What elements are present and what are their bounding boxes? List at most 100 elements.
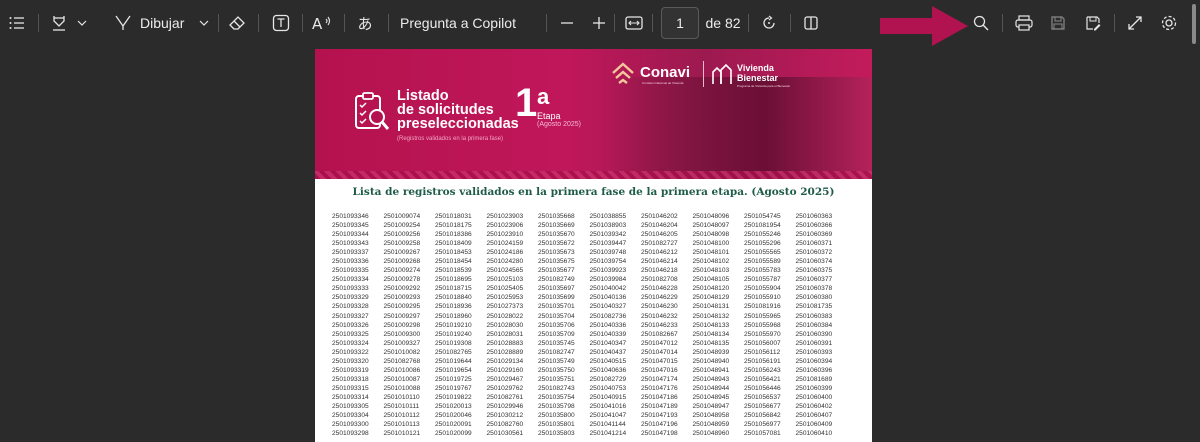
toolbar-divider: [1002, 14, 1003, 32]
registration-number: 2501060402: [795, 402, 833, 410]
registration-number: 2501035670: [538, 231, 575, 239]
registration-number: 2501046204: [641, 222, 678, 230]
document-heading: Lista de registros validados en la prime…: [352, 186, 835, 198]
chevron-down-icon[interactable]: [74, 0, 90, 46]
banner-title-line3: preseleccionadas: [397, 116, 519, 132]
page-number-input[interactable]: 1: [661, 7, 699, 39]
registration-number: 2501056842: [744, 412, 781, 420]
eraser-icon[interactable]: [226, 0, 248, 46]
registration-number: 2501060369: [795, 231, 833, 239]
number-column: 2501046202 2501046204 2501046205 2501082727…: [641, 212, 693, 438]
registration-number: 2501010110: [383, 393, 420, 401]
highlight-icon[interactable]: [48, 0, 70, 46]
registration-number: 2501093346: [332, 213, 369, 220]
draw-pen-icon[interactable]: [112, 0, 134, 46]
registration-number: 2501082727: [641, 240, 678, 248]
registration-number: 2501018386: [435, 231, 472, 239]
registration-number: 2501056243: [744, 366, 781, 374]
save-icon[interactable]: [1047, 0, 1069, 46]
checklist-icon: [355, 92, 390, 130]
page-view-icon[interactable]: [800, 0, 822, 46]
registration-number: 2501047193: [641, 412, 678, 420]
fit-width-icon[interactable]: [623, 0, 645, 46]
registration-number: 2501060399: [795, 384, 833, 392]
registration-number: 2501048941: [692, 366, 730, 374]
fullscreen-icon[interactable]: [1124, 0, 1146, 46]
zoom-out-icon[interactable]: [557, 0, 577, 46]
registration-number: 2501093333: [332, 285, 369, 293]
registration-number: 2501018539: [435, 267, 472, 275]
registration-number: 2501093345: [332, 222, 369, 230]
registration-number: 2501009327: [383, 339, 421, 347]
conavi-logo-text: Conavi: [640, 64, 691, 81]
registration-number: 2501035706: [538, 321, 575, 329]
registration-number: 2501081954: [744, 222, 781, 230]
save-as-icon[interactable]: [1082, 0, 1104, 46]
text-box-icon[interactable]: [270, 0, 292, 46]
stage-date: (Agosto 2025): [537, 121, 581, 128]
registration-number: 2501038855: [589, 213, 627, 220]
registration-number: 2501060394: [795, 357, 833, 365]
registration-number: 2501035675: [538, 258, 575, 266]
registration-number: 2501055787: [744, 276, 781, 284]
registration-number: 2501035704: [538, 312, 575, 320]
registration-number: 2501039748: [589, 249, 627, 257]
vivienda-logo-line1: Vivienda: [737, 63, 774, 73]
page-number-value: 1: [676, 15, 684, 31]
registration-number: 2501019654: [435, 366, 472, 374]
registration-number: 2501029762: [486, 384, 524, 392]
registration-number: 2501048103: [692, 267, 730, 275]
registration-number: 2501035668: [538, 213, 575, 220]
registration-number: 2501093344: [332, 231, 369, 239]
registration-number: 2501040136: [589, 294, 627, 302]
registration-number: 2501055970: [744, 330, 781, 338]
settings-icon[interactable]: [1158, 0, 1180, 46]
toolbar-scrollbar[interactable]: [1192, 4, 1196, 44]
toc-icon[interactable]: [6, 0, 28, 46]
registration-number: 2501020091: [435, 421, 472, 429]
registration-number: 2501060371: [795, 240, 833, 248]
number-column: 2501038855 2501038903 2501039342 2501039447…: [590, 212, 642, 438]
registration-number: 2501024186: [486, 249, 524, 257]
draw-button[interactable]: Dibujar: [140, 0, 188, 46]
registration-number: 2501039447: [589, 240, 627, 248]
ask-copilot-button[interactable]: Pregunta a Copilot: [400, 0, 520, 46]
registration-number: 2501055783: [744, 267, 781, 275]
number-column: 2501060363 2501060366 2501060369 2501060371…: [796, 212, 848, 438]
registration-number: 2501093320: [332, 357, 369, 365]
registration-number: 2501054745: [744, 213, 781, 220]
registration-number: 2501035697: [538, 285, 575, 293]
print-icon[interactable]: [1012, 0, 1036, 46]
registration-number: 2501093318: [332, 375, 369, 383]
registration-number: 2501048132: [692, 312, 730, 320]
registration-number: 2501041016: [589, 402, 627, 410]
banner-pattern: [315, 171, 872, 179]
registration-number: 2501029467: [486, 375, 524, 383]
rotate-icon[interactable]: [758, 0, 780, 46]
read-aloud-icon[interactable]: A: [310, 0, 334, 46]
registration-number: 2501024565: [486, 267, 524, 275]
registration-number: 2501009278: [383, 276, 421, 284]
registration-number: 2501009074: [383, 213, 421, 220]
registration-number: 2501018715: [435, 285, 472, 293]
registration-number: 2501040753: [589, 384, 627, 392]
number-column: 2501054745 2501081954 2501055246 2501055296…: [744, 212, 796, 438]
registration-number: 2501046232: [641, 312, 678, 320]
registration-number: 2501093335: [332, 267, 369, 275]
registration-number: 2501093343: [332, 240, 369, 248]
registration-number: 2501056112: [744, 348, 781, 356]
registration-numbers-grid: 2501093346 2501093345 2501093344 2501093343…: [332, 212, 847, 438]
registration-number: 2501093304: [332, 412, 369, 420]
search-icon[interactable]: [970, 0, 992, 46]
registration-number: 2501047174: [641, 375, 678, 383]
registration-number: 2501060383: [795, 312, 833, 320]
registration-number: 2501056537: [744, 393, 781, 401]
registration-number: 2501060410: [795, 430, 833, 438]
chevron-down-icon[interactable]: [196, 0, 212, 46]
registration-number: 2501010087: [383, 375, 421, 383]
translate-icon[interactable]: あ: [354, 0, 376, 46]
registration-number: 2501093329: [332, 294, 369, 302]
zoom-in-icon[interactable]: [589, 0, 609, 46]
registration-number: 2501055968: [744, 321, 781, 329]
registration-number: 2501029134: [486, 357, 524, 365]
